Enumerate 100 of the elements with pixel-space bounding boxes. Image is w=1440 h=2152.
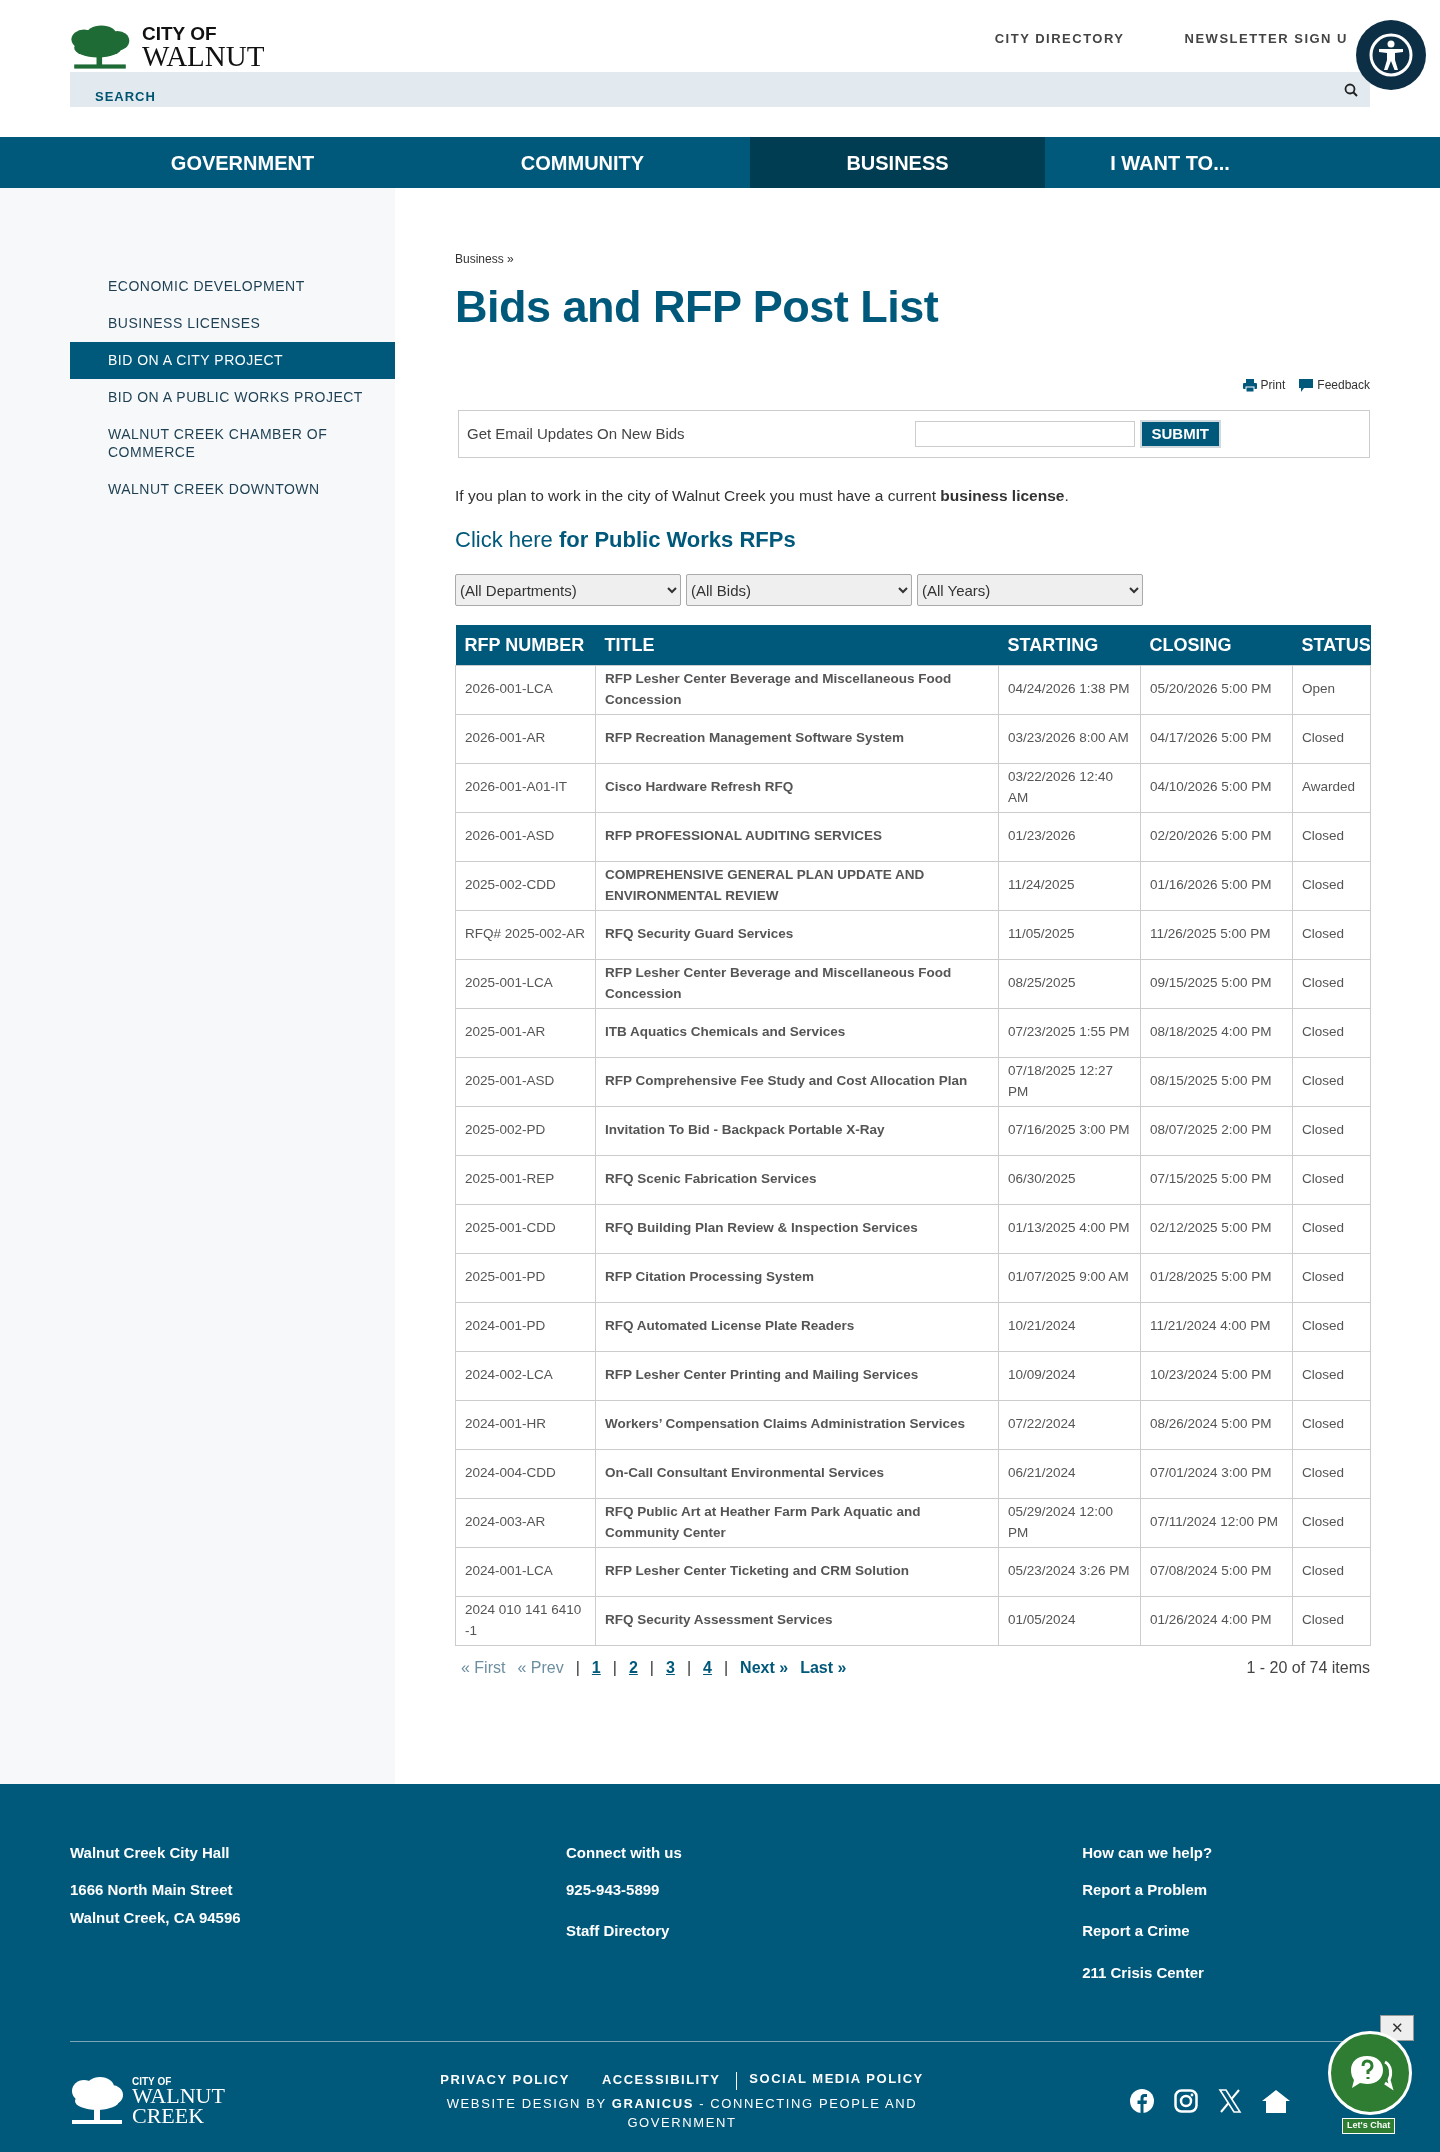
pager-link[interactable]: Last » <box>800 1655 847 1680</box>
table-cell: 2025-001-LCA <box>455 959 596 1009</box>
table-cell: 10/21/2024 <box>998 1302 1141 1352</box>
table-cell: 01/13/2025 4:00 PM <box>998 1204 1141 1254</box>
sidebar-item[interactable]: BID ON A PUBLIC WORKS PROJECT <box>70 378 395 416</box>
table-cell: 01/16/2026 5:00 PM <box>1140 861 1293 911</box>
nav-tab[interactable]: GOVERNMENT <box>70 137 415 188</box>
table-cell: Closed <box>1292 714 1371 764</box>
table-cell: 02/20/2026 5:00 PM <box>1140 812 1293 862</box>
footer-link[interactable]: Report a Crime <box>1082 1920 1370 1943</box>
tool-link[interactable]: Feedback <box>1317 376 1370 394</box>
table-cell: 06/21/2024 <box>998 1449 1141 1499</box>
breadcrumb-separator: » <box>507 252 514 266</box>
x-social-icon[interactable] <box>1218 2089 1242 2114</box>
table-cell: 11/26/2025 5:00 PM <box>1140 910 1293 960</box>
page-link[interactable]: 1 <box>591 1655 601 1680</box>
pager-separator: | <box>649 1657 654 1678</box>
footer-link[interactable]: Staff Directory <box>566 1920 1083 1943</box>
table-cell: Closed <box>1292 959 1371 1009</box>
search-field[interactable]: SEARCH <box>70 72 1370 107</box>
nav-tab[interactable]: BUSINESS <box>750 137 1045 188</box>
table-cell: 08/18/2025 4:00 PM <box>1140 1008 1293 1058</box>
filter-dropdown[interactable]: (All Departments) <box>455 574 681 607</box>
logo-text[interactable]: WALNUT <box>142 43 265 71</box>
table-cell: Closed <box>1292 910 1371 960</box>
table-cell: 07/18/2025 12:27 PM <box>998 1057 1141 1107</box>
house-icon[interactable] <box>1262 2089 1290 2114</box>
logo-text[interactable]: CITY OF <box>142 24 265 43</box>
public-works-link[interactable]: Click here <box>455 527 553 553</box>
footer-link[interactable]: SOCIAL MEDIA POLICY <box>736 2072 940 2090</box>
sidebar-item[interactable]: BID ON A CITY PROJECT <box>70 341 395 379</box>
table-cell: 07/22/2024 <box>998 1400 1141 1450</box>
table-cell: RFQ# 2025-002-AR <box>455 910 596 960</box>
table-cell: 10/23/2024 5:00 PM <box>1140 1351 1293 1401</box>
instagram-icon[interactable] <box>1174 2089 1198 2114</box>
pager-link[interactable]: Next » <box>740 1655 789 1680</box>
table-cell: Closed <box>1292 1596 1371 1646</box>
breadcrumb-link[interactable]: Business <box>455 252 504 266</box>
footer-heading: Connect with us <box>566 1843 683 1863</box>
facebook-icon[interactable] <box>1130 2089 1154 2114</box>
column-header[interactable]: TITLE <box>604 634 655 655</box>
speech-bubble-icon <box>1299 378 1314 392</box>
table-cell: 07/15/2025 5:00 PM <box>1140 1155 1293 1205</box>
table-cell: 2025-002-PD <box>455 1106 596 1156</box>
footer-link[interactable]: 925-943-5899 <box>566 1878 1083 1901</box>
table-cell: Closed <box>1292 1547 1371 1597</box>
table-cell: 08/15/2025 5:00 PM <box>1140 1057 1293 1107</box>
table-cell: 11/05/2025 <box>998 910 1141 960</box>
logo-text[interactable]: WALNUT <box>132 2085 225 2106</box>
table-cell: 08/25/2025 <box>998 959 1141 1009</box>
logo-text[interactable]: CREEK <box>132 2105 225 2126</box>
footer-link[interactable]: ACCESSIBILITY <box>585 2070 737 2090</box>
table-cell: 07/16/2025 3:00 PM <box>998 1106 1141 1156</box>
submit-button[interactable]: SUBMIT <box>1139 419 1221 449</box>
business-license-link[interactable]: business license <box>940 487 1065 504</box>
table-cell: Closed <box>1292 812 1371 862</box>
table-cell: 2024-003-AR <box>455 1498 596 1548</box>
sidebar-item[interactable]: WALNUT CREEK DOWNTOWN <box>70 471 395 509</box>
close-button[interactable]: ✕ <box>1380 2015 1414 2041</box>
page-link[interactable]: 4 <box>703 1655 712 1680</box>
top-link[interactable]: NEWSLETTER SIGN U <box>1184 29 1348 49</box>
address-line: Walnut Creek, CA 94596 <box>70 1908 242 1928</box>
sidebar-item[interactable]: ECONOMIC DEVELOPMENT <box>70 268 395 305</box>
search-icon[interactable] <box>1344 83 1358 97</box>
table-cell: 06/30/2025 <box>998 1155 1141 1205</box>
table-cell: 2024-001-HR <box>455 1400 596 1450</box>
table-cell: 2025-001-ASD <box>455 1057 596 1107</box>
table-cell: 2026-001-A01-IT <box>455 763 596 813</box>
filter-dropdown[interactable]: (All Years) <box>917 574 1143 607</box>
filter-dropdown[interactable]: (All Bids) <box>686 574 912 607</box>
table-cell: 01/23/2026 <box>998 812 1141 862</box>
table-cell: 09/15/2025 5:00 PM <box>1140 959 1293 1009</box>
table-cell: 2024-004-CDD <box>455 1449 596 1499</box>
page-link[interactable]: 3 <box>666 1655 675 1680</box>
page-link[interactable]: 2 <box>628 1655 638 1680</box>
table-cell: Closed <box>1292 861 1371 911</box>
tool-link[interactable]: Print <box>1260 376 1286 394</box>
footer-link[interactable]: 211 Crisis Center <box>1082 1961 1370 1984</box>
table-cell: 2026-001-LCA <box>455 665 596 715</box>
logo-text[interactable]: CITY OF <box>132 2076 225 2086</box>
email-input-field[interactable] <box>914 421 1135 447</box>
sidebar-item[interactable]: WALNUT CREEK CHAMBER OF COMMERCE <box>70 415 395 472</box>
top-link[interactable]: CITY DIRECTORY <box>994 29 1125 49</box>
table-cell: 02/12/2025 5:00 PM <box>1140 1204 1293 1254</box>
address-line: 1666 North Main Street <box>70 1879 234 1900</box>
table-cell: 10/09/2024 <box>998 1351 1141 1401</box>
nav-tab[interactable]: COMMUNITY <box>415 137 750 188</box>
footer-link[interactable]: PRIVACY POLICY <box>424 2070 586 2090</box>
table-cell: Closed <box>1292 1253 1371 1303</box>
sidebar-item[interactable]: BUSINESS LICENSES <box>70 304 395 342</box>
pager-separator: | <box>686 1657 692 1678</box>
footer-link[interactable]: Report a Problem <box>1082 1878 1370 1901</box>
table-cell: 07/11/2024 12:00 PM <box>1140 1498 1293 1548</box>
table-cell: Closed <box>1292 1498 1371 1548</box>
table-cell: 01/05/2024 <box>998 1596 1141 1646</box>
table-cell: 2026-001-AR <box>455 714 596 764</box>
nav-tab[interactable]: I WANT TO... <box>1045 137 1295 188</box>
footer-heading: Walnut Creek City Hall <box>70 1843 231 1863</box>
page-title: Bids and RFP Post List <box>455 280 940 334</box>
table-cell: 05/20/2026 5:00 PM <box>1140 665 1293 715</box>
